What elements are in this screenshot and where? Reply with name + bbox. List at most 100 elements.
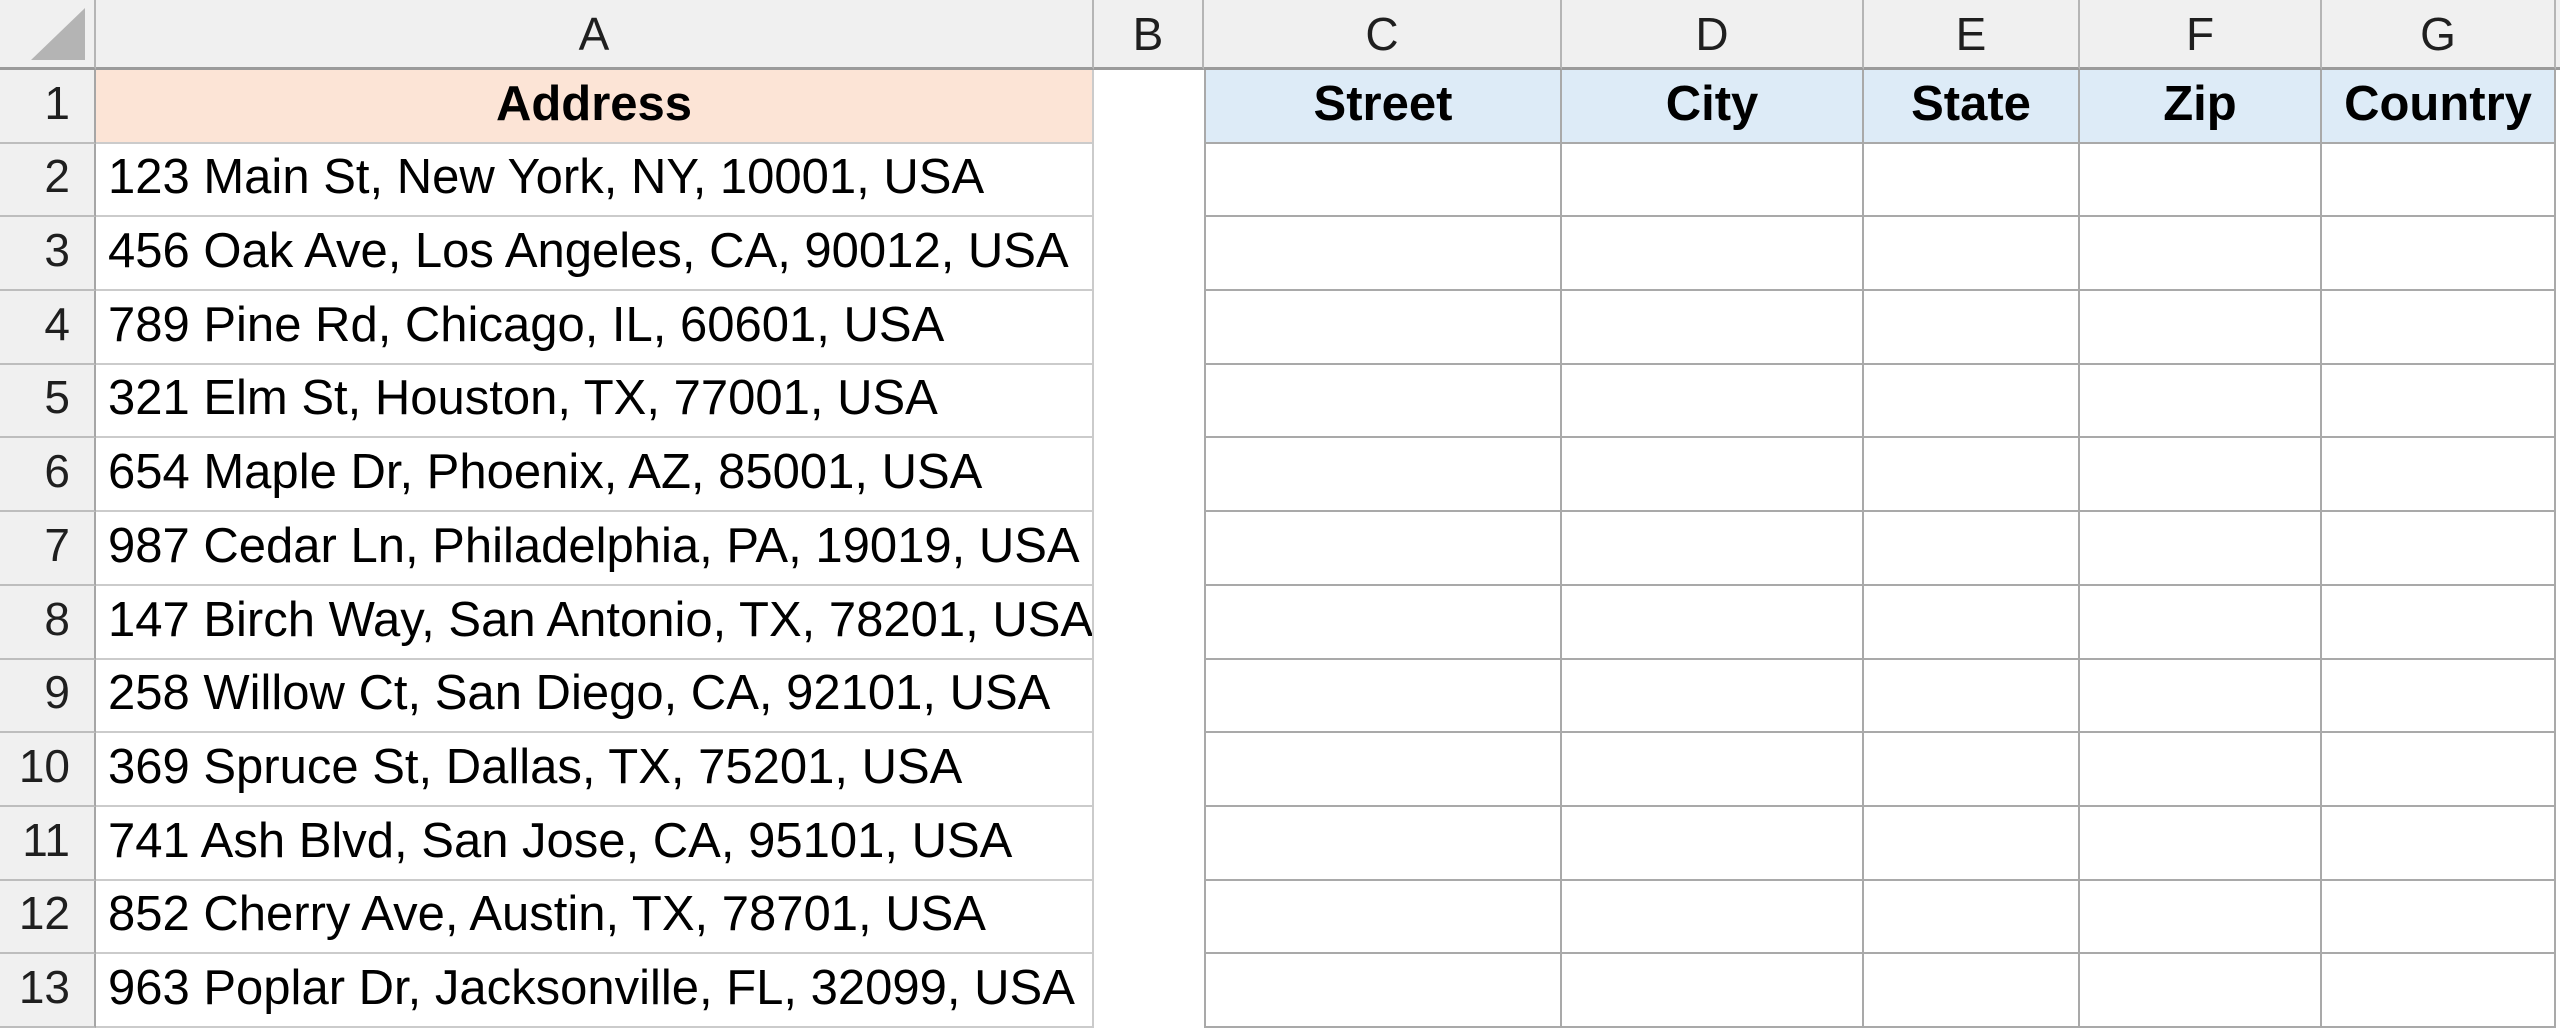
cell-A11[interactable]: 741 Ash Blvd, San Jose, CA, 95101, USA (96, 807, 1094, 881)
cell-D10[interactable] (1562, 733, 1864, 807)
row-header-8[interactable]: 8 (0, 586, 96, 660)
cell-A9[interactable]: 258 Willow Ct, San Diego, CA, 92101, USA (96, 660, 1094, 734)
cell-G13[interactable] (2322, 954, 2556, 1028)
row-header-12[interactable]: 12 (0, 881, 96, 955)
cell-F11[interactable] (2080, 807, 2322, 881)
row-header-4[interactable]: 4 (0, 291, 96, 365)
cell-D7[interactable] (1562, 512, 1864, 586)
cell-C2[interactable] (1204, 144, 1562, 218)
cell-B8[interactable] (1094, 586, 1204, 660)
cell-D11[interactable] (1562, 807, 1864, 881)
cell-E8[interactable] (1864, 586, 2080, 660)
cell-A8[interactable]: 147 Birch Way, San Antonio, TX, 78201, U… (96, 586, 1094, 660)
cell-D8[interactable] (1562, 586, 1864, 660)
cell-C3[interactable] (1204, 217, 1562, 291)
cell-D1-city-header[interactable]: City (1562, 70, 1864, 144)
cell-G3[interactable] (2322, 217, 2556, 291)
cell-G5[interactable] (2322, 365, 2556, 439)
cell-G11[interactable] (2322, 807, 2556, 881)
cell-C8[interactable] (1204, 586, 1562, 660)
column-header-b[interactable]: B (1094, 0, 1204, 70)
cell-F4[interactable] (2080, 291, 2322, 365)
cell-G4[interactable] (2322, 291, 2556, 365)
row-header-9[interactable]: 9 (0, 660, 96, 734)
cell-E4[interactable] (1864, 291, 2080, 365)
cell-B13[interactable] (1094, 954, 1204, 1028)
row-header-3[interactable]: 3 (0, 217, 96, 291)
cell-C1-street-header[interactable]: Street (1204, 70, 1562, 144)
row-header-11[interactable]: 11 (0, 807, 96, 881)
cell-B6[interactable] (1094, 438, 1204, 512)
cell-E1-state-header[interactable]: State (1864, 70, 2080, 144)
column-header-g[interactable]: G (2322, 0, 2556, 70)
cell-E6[interactable] (1864, 438, 2080, 512)
cell-F2[interactable] (2080, 144, 2322, 218)
cell-D12[interactable] (1562, 881, 1864, 955)
cell-A3[interactable]: 456 Oak Ave, Los Angeles, CA, 90012, USA (96, 217, 1094, 291)
cell-A6[interactable]: 654 Maple Dr, Phoenix, AZ, 85001, USA (96, 438, 1094, 512)
column-header-a[interactable]: A (96, 0, 1094, 70)
cell-B3[interactable] (1094, 217, 1204, 291)
cell-D6[interactable] (1562, 438, 1864, 512)
cell-G7[interactable] (2322, 512, 2556, 586)
cell-E7[interactable] (1864, 512, 2080, 586)
cell-E3[interactable] (1864, 217, 2080, 291)
cell-F5[interactable] (2080, 365, 2322, 439)
cell-C11[interactable] (1204, 807, 1562, 881)
cell-C10[interactable] (1204, 733, 1562, 807)
cell-E11[interactable] (1864, 807, 2080, 881)
row-header-7[interactable]: 7 (0, 512, 96, 586)
cell-A12[interactable]: 852 Cherry Ave, Austin, TX, 78701, USA (96, 881, 1094, 955)
cell-A5[interactable]: 321 Elm St, Houston, TX, 77001, USA (96, 365, 1094, 439)
row-header-2[interactable]: 2 (0, 144, 96, 218)
cell-B2[interactable] (1094, 144, 1204, 218)
cell-G9[interactable] (2322, 660, 2556, 734)
cell-A1-address-header[interactable]: Address (96, 70, 1094, 144)
cell-F3[interactable] (2080, 217, 2322, 291)
cell-C13[interactable] (1204, 954, 1562, 1028)
column-header-f[interactable]: F (2080, 0, 2322, 70)
cell-E10[interactable] (1864, 733, 2080, 807)
column-header-d[interactable]: D (1562, 0, 1864, 70)
cell-B9[interactable] (1094, 660, 1204, 734)
cell-E12[interactable] (1864, 881, 2080, 955)
cell-G10[interactable] (2322, 733, 2556, 807)
cell-A10[interactable]: 369 Spruce St, Dallas, TX, 75201, USA (96, 733, 1094, 807)
cell-D13[interactable] (1562, 954, 1864, 1028)
cell-D5[interactable] (1562, 365, 1864, 439)
cell-C7[interactable] (1204, 512, 1562, 586)
cell-D4[interactable] (1562, 291, 1864, 365)
cell-B11[interactable] (1094, 807, 1204, 881)
cell-F1-zip-header[interactable]: Zip (2080, 70, 2322, 144)
row-header-6[interactable]: 6 (0, 438, 96, 512)
cell-F6[interactable] (2080, 438, 2322, 512)
cell-C12[interactable] (1204, 881, 1562, 955)
cell-F12[interactable] (2080, 881, 2322, 955)
cell-E5[interactable] (1864, 365, 2080, 439)
cell-B12[interactable] (1094, 881, 1204, 955)
row-header-1[interactable]: 1 (0, 70, 96, 144)
cell-A13[interactable]: 963 Poplar Dr, Jacksonville, FL, 32099, … (96, 954, 1094, 1028)
select-all-corner[interactable] (0, 0, 96, 70)
cell-B1[interactable] (1094, 70, 1204, 144)
cell-B10[interactable] (1094, 733, 1204, 807)
cell-A2[interactable]: 123 Main St, New York, NY, 10001, USA (96, 144, 1094, 218)
cell-B7[interactable] (1094, 512, 1204, 586)
row-header-10[interactable]: 10 (0, 733, 96, 807)
column-header-c[interactable]: C (1204, 0, 1562, 70)
cell-B4[interactable] (1094, 291, 1204, 365)
cell-A4[interactable]: 789 Pine Rd, Chicago, IL, 60601, USA (96, 291, 1094, 365)
cell-D9[interactable] (1562, 660, 1864, 734)
cell-D3[interactable] (1562, 217, 1864, 291)
cell-E2[interactable] (1864, 144, 2080, 218)
cell-C4[interactable] (1204, 291, 1562, 365)
cell-G8[interactable] (2322, 586, 2556, 660)
cell-C5[interactable] (1204, 365, 1562, 439)
row-header-13[interactable]: 13 (0, 954, 96, 1028)
cell-E9[interactable] (1864, 660, 2080, 734)
cell-G12[interactable] (2322, 881, 2556, 955)
cell-A7[interactable]: 987 Cedar Ln, Philadelphia, PA, 19019, U… (96, 512, 1094, 586)
cell-F9[interactable] (2080, 660, 2322, 734)
cell-G2[interactable] (2322, 144, 2556, 218)
cell-F13[interactable] (2080, 954, 2322, 1028)
